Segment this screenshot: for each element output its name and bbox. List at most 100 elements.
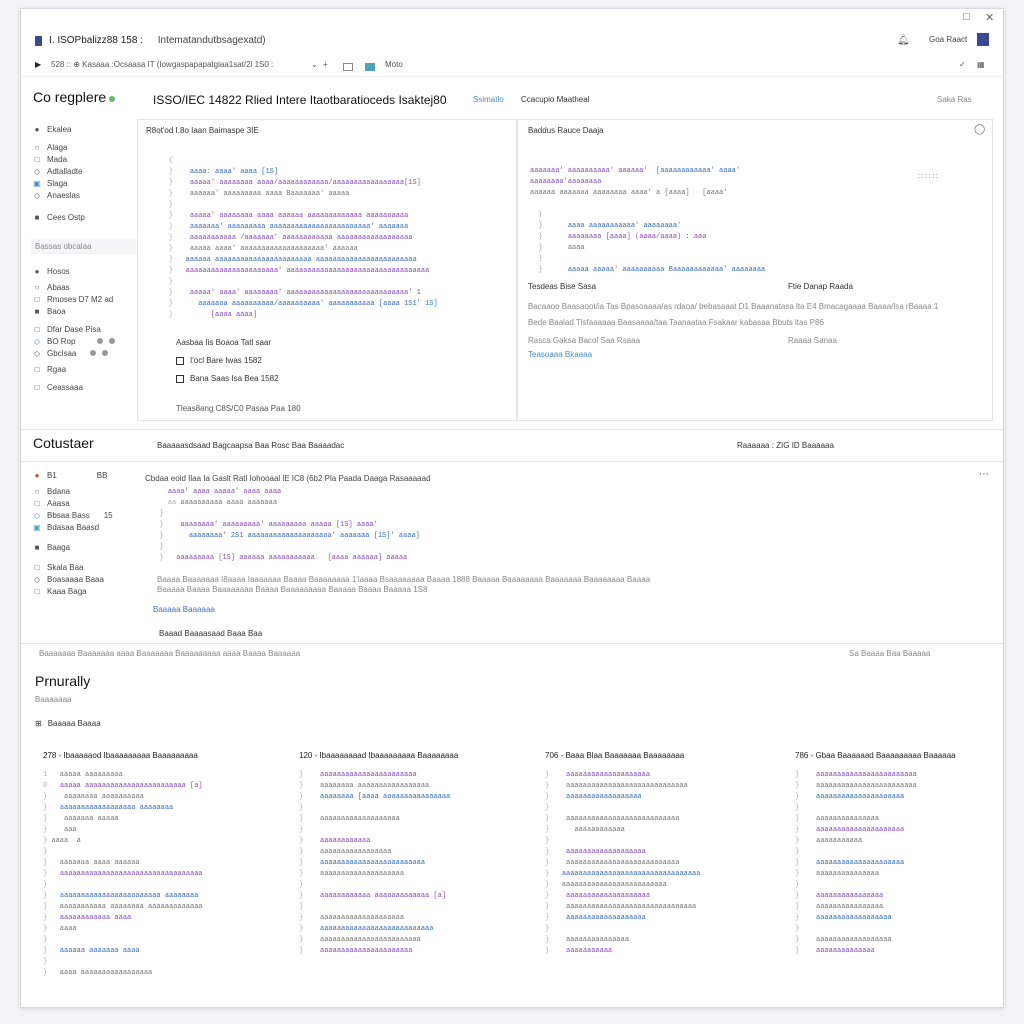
- user-menu-label[interactable]: Goa Raact: [929, 35, 967, 44]
- section1-heading: ISSO/IEC 14822 Rlied Intere Itaotbaratio…: [153, 93, 447, 107]
- toggle-dot-icon[interactable]: [97, 338, 104, 344]
- sidebar-item-label: BO Rop: [47, 336, 76, 346]
- sidebar-item[interactable]: ◇ Bbsaa Bass 15: [33, 509, 133, 521]
- toggle-dot-icon[interactable]: [109, 338, 116, 344]
- toggle-dot-icon[interactable]: [90, 350, 97, 356]
- sidebar-item[interactable]: ● Hosos: [33, 265, 139, 277]
- panel-link[interactable]: Teasoaaa Bkaaaa: [528, 350, 592, 359]
- sidebar-item[interactable]: ◇ Boasaaaa Baaa: [33, 573, 133, 585]
- code-panel-left: R8ot'od I.8o Iaan Baimaspe 3IE { } aaaa:…: [137, 119, 517, 421]
- section1-heading-extra: Ccacupio Maatheal: [521, 95, 590, 104]
- sidebar-item[interactable]: ◇ Anaeslas: [33, 189, 139, 201]
- add-icon[interactable]: +: [323, 60, 328, 69]
- code-block: } aaaaaaaaaaaaaaaaaaaa } aaaaaaaaaaaaaaa…: [545, 771, 701, 955]
- sidebar-item[interactable]: □ Mada: [33, 153, 139, 165]
- sidebar-item-count: BB: [96, 470, 108, 480]
- sidebar-item[interactable]: □ Kaaa Baga: [33, 585, 133, 597]
- section2-header-right: Raaaaaa : ZIG ID Baaaaaa: [737, 441, 834, 450]
- sidebar-item[interactable]: □ Dfar Dase Pisa: [33, 323, 139, 335]
- sidebar-item[interactable]: ○ Abaas: [33, 281, 139, 293]
- nav-icon: □: [34, 324, 40, 334]
- code-block: aaaaaaa' aaaaaaaaaa' aaaaaa' [aaaaaaaaaa…: [530, 167, 766, 274]
- sidebar-item[interactable]: ▣ Bdasaa Baasd: [33, 521, 133, 533]
- section2-line: Baaaa Baaaaaaa I8aaaa Iaaaaaaa Baaaa Baa…: [157, 575, 651, 584]
- panel-title: Baddus Rauce Daaja: [528, 126, 604, 135]
- notification-bell-icon[interactable]: 🔔︎: [897, 35, 910, 46]
- toggle-dot-icon[interactable]: [102, 350, 109, 356]
- column-title: 786 - Gbaa Baaaaaad Baaaaaaaaa Baaaaaa: [795, 751, 956, 760]
- sidebar-item[interactable]: □ Skala Baa: [33, 561, 133, 573]
- nav-icon: ◇: [33, 574, 41, 584]
- sidebar-item[interactable]: ◇ BO Rop: [33, 335, 139, 347]
- sidebar-item-label: Dfar Dase Pisa: [47, 324, 101, 334]
- sidebar-item-label: Gbclsaa: [47, 348, 77, 358]
- sidebar-item[interactable]: ■ Baaga: [33, 541, 133, 553]
- toolbar: ▶ 528 :: ⊕ Kasaaa :Ocsaasa IT (Iowgaspap…: [21, 57, 1003, 77]
- section3-filter[interactable]: ⊞ Baaaaa Baaaa: [35, 719, 101, 728]
- sidebar-item[interactable]: □ Rmoses D7 M2 ad: [33, 293, 139, 305]
- close-icon[interactable]: ✕: [985, 11, 994, 24]
- sidebar-item[interactable]: □ Ceassaaa: [33, 381, 139, 393]
- window-icon[interactable]: [343, 63, 353, 71]
- sidebar-item-label: Baoa: [47, 306, 66, 316]
- play-icon[interactable]: ▶: [35, 60, 41, 69]
- sidebar-item[interactable]: ○ Alaga: [33, 141, 139, 153]
- sidebar-item[interactable]: □ Aaasa: [33, 497, 133, 509]
- sidebar-item-label: Cees Ostp: [47, 212, 85, 222]
- panel-status: Tleas8ang C8S/C0 Pasaa Paa 180: [176, 404, 301, 413]
- nav-icon: ○: [34, 282, 40, 292]
- section2-line: Baaaaa Baaaa Baaaaaaaa Baaaa Baaaaaaaaa …: [157, 585, 428, 594]
- section2-main-title: Cbdaa eoid Ilaa Ia Gaslt Ratl Iohooaal l…: [145, 474, 431, 483]
- view-label[interactable]: Moto: [385, 60, 403, 69]
- sidebar-item[interactable]: ● B1 BB: [33, 469, 133, 481]
- sidebar-item-label: Baaga: [47, 542, 71, 552]
- breadcrumb[interactable]: 528 :: ⊕ Kasaaa :Ocsaasa IT (Iowgaspapap…: [51, 60, 273, 69]
- sidebar-item-label: Alaga: [47, 142, 68, 152]
- list-item-label: I'ocl Bare Iwas 1582: [190, 356, 262, 365]
- grid-icon[interactable]: ▦: [977, 60, 985, 69]
- info-icon[interactable]: ◯: [974, 124, 985, 135]
- section2-footer-text: Baaad Baaaasaad Baaa Baa: [159, 629, 263, 638]
- section1-sidebar: ● Ekalea ○ Alaga □ Mada ◇ Adtalladte ▣ Slaga …: [33, 123, 139, 223]
- section3-filter-label: Baaaaa Baaaa: [47, 719, 101, 728]
- panel-text: Bede Baalad Tlsfaaaaaa Baasaaaa/taa Taan…: [528, 318, 824, 327]
- section1-title-text: Co regplere: [33, 89, 107, 105]
- sidebar-item-label: Abaas: [47, 282, 70, 292]
- sidebar-item[interactable]: ■ Cees Ostp: [33, 211, 139, 223]
- section1-heading-tag[interactable]: Ssimatlo: [473, 95, 504, 104]
- check-icon[interactable]: ✓: [959, 60, 966, 69]
- sidebar-item[interactable]: ○ Bdana: [33, 485, 133, 497]
- section1-right-link[interactable]: Saka Ras: [937, 95, 972, 104]
- view-icon[interactable]: [365, 63, 375, 71]
- avatar[interactable]: [977, 33, 989, 46]
- sidebar-item-label: Bbsaa Bass: [47, 510, 90, 520]
- nav-icon: ○: [34, 142, 40, 152]
- section2-footer-left[interactable]: Baaaaa Baaaaaa: [153, 605, 215, 614]
- nav-icon: □: [34, 562, 40, 572]
- app-subtitle: Intematandutbsagexatd): [157, 35, 266, 46]
- section1-title: Co regplere: [33, 89, 116, 105]
- sidebar-item-label: B1: [47, 470, 57, 480]
- more-icon[interactable]: ⋯: [979, 469, 989, 480]
- sidebar-item[interactable]: ■ Baoa: [33, 305, 139, 317]
- sidebar-item-label: Bdasaa Baasd: [47, 522, 100, 532]
- sidebar-item[interactable]: ▣ Slaga: [33, 177, 139, 189]
- sidebar-item[interactable]: ◇ Adtalladte: [33, 165, 139, 177]
- list-item-icon: [176, 356, 184, 365]
- code-column: 706 - Baaa Blaa Baaaaaaa Baaaaaaaa } aaa…: [545, 751, 770, 1003]
- chevron-down-icon[interactable]: ⌄: [311, 60, 318, 69]
- panel-subtitle: Tesdeas Bise Sasa: [528, 282, 597, 291]
- status-bar-text: Baaaaaaa Baaaaaaa aaaa Baaaaaaa Baaaaaaa…: [39, 649, 301, 658]
- panel-text: Bacaaoo Baasaoot/ia Tas Bpasoaaaa/as rda…: [528, 302, 939, 311]
- sidebar-item[interactable]: ● Ekalea: [33, 123, 139, 135]
- sidebar-item-count: 15: [103, 510, 113, 520]
- nav-icon: ●: [34, 124, 40, 134]
- maximize-icon[interactable]: □: [963, 11, 970, 23]
- section2-sidebar: ● B1 BB ○ Bdana □ Aaasa ◇ Bbsaa Bass 15 ▣ Bdasa…: [33, 469, 133, 597]
- sidebar-item[interactable]: □ Rgaa: [33, 363, 139, 375]
- sidebar-item[interactable]: ◇ Gbclsaa: [33, 347, 139, 359]
- nav-icon: ◇: [33, 336, 41, 346]
- app-title: I. ISOPbalizz88 158 : Intematandutbsagex…: [49, 35, 266, 46]
- list-item[interactable]: Bana Saas Isa Bea 1582: [176, 374, 279, 383]
- list-item[interactable]: I'ocl Bare Iwas 1582: [176, 356, 262, 365]
